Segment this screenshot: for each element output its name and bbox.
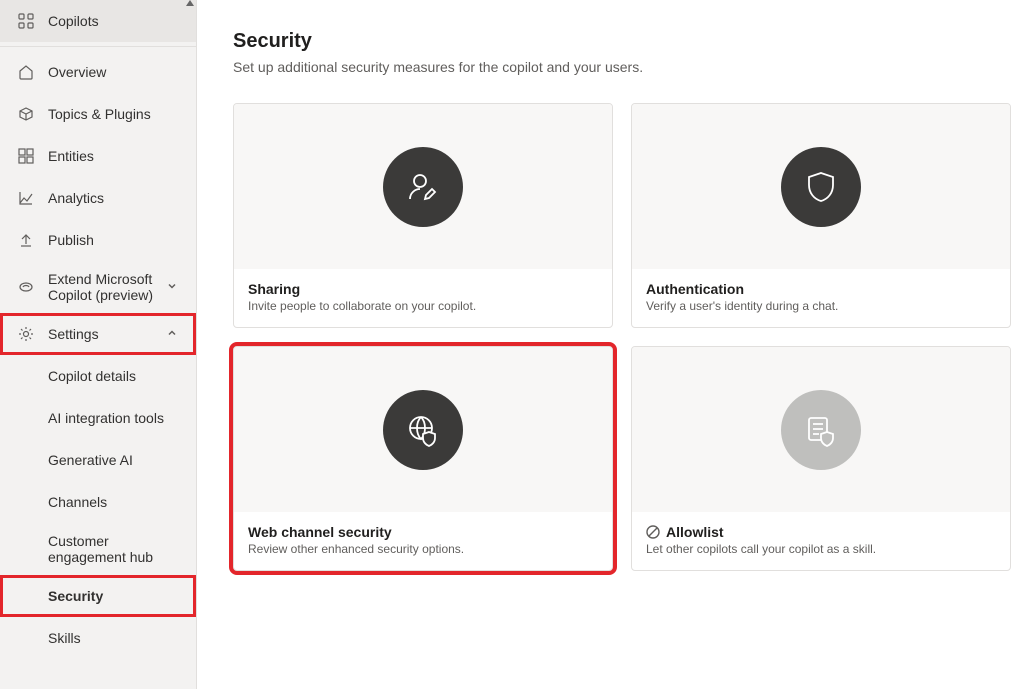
card-allowlist-visual bbox=[632, 347, 1010, 512]
nav-ai-integration-label: AI integration tools bbox=[48, 410, 180, 426]
card-allowlist-title-text: Allowlist bbox=[666, 524, 724, 540]
nav-copilot-details[interactable]: Copilot details bbox=[0, 355, 196, 397]
list-shield-icon bbox=[781, 390, 861, 470]
chevron-down-icon bbox=[166, 280, 180, 294]
nav-extend[interactable]: Extend Microsoft Copilot (preview) bbox=[0, 261, 196, 313]
nav-skills[interactable]: Skills bbox=[0, 617, 196, 659]
nav-security-label: Security bbox=[48, 588, 180, 604]
nav-topics-label: Topics & Plugins bbox=[48, 106, 180, 122]
card-allowlist[interactable]: Allowlist Let other copilots call your c… bbox=[631, 346, 1011, 571]
sidebar: Copilots Overview Topics & Plugins Entit… bbox=[0, 0, 197, 689]
nav-entities[interactable]: Entities bbox=[0, 135, 196, 177]
card-allowlist-desc: Let other copilots call your copilot as … bbox=[646, 542, 996, 556]
nav-copilot-details-label: Copilot details bbox=[48, 368, 180, 384]
card-allowlist-title: Allowlist bbox=[646, 524, 996, 540]
nav-generative-ai-label: Generative AI bbox=[48, 452, 180, 468]
card-sharing-visual bbox=[234, 104, 612, 269]
scroll-up-indicator bbox=[186, 0, 194, 6]
nav-customer-hub-label: Customer engagement hub bbox=[48, 533, 180, 565]
nav-settings[interactable]: Settings bbox=[0, 313, 196, 355]
card-web-visual bbox=[234, 347, 612, 512]
home-icon bbox=[16, 62, 36, 82]
copilot-icon bbox=[16, 277, 36, 297]
nav-overview-label: Overview bbox=[48, 64, 180, 80]
card-web-title: Web channel security bbox=[248, 524, 598, 540]
chevron-up-icon bbox=[166, 327, 180, 341]
card-sharing-desc: Invite people to collaborate on your cop… bbox=[248, 299, 598, 313]
nav-topics[interactable]: Topics & Plugins bbox=[0, 93, 196, 135]
divider bbox=[0, 46, 196, 47]
nav-ai-integration[interactable]: AI integration tools bbox=[0, 397, 196, 439]
main-content: Security Set up additional security meas… bbox=[197, 0, 1032, 689]
entities-icon bbox=[16, 146, 36, 166]
nav-copilots[interactable]: Copilots bbox=[0, 0, 196, 42]
card-web-channel[interactable]: Web channel security Review other enhanc… bbox=[233, 346, 613, 571]
shield-icon bbox=[781, 147, 861, 227]
prohibited-icon bbox=[646, 525, 660, 539]
nav-generative-ai[interactable]: Generative AI bbox=[0, 439, 196, 481]
upload-icon bbox=[16, 230, 36, 250]
card-sharing[interactable]: Sharing Invite people to collaborate on … bbox=[233, 103, 613, 328]
nav-skills-label: Skills bbox=[48, 630, 180, 646]
nav-channels[interactable]: Channels bbox=[0, 481, 196, 523]
nav-settings-label: Settings bbox=[48, 326, 166, 342]
chart-icon bbox=[16, 188, 36, 208]
nav-entities-label: Entities bbox=[48, 148, 180, 164]
page-title: Security bbox=[233, 30, 996, 53]
nav-extend-label: Extend Microsoft Copilot (preview) bbox=[48, 271, 166, 303]
card-auth-desc: Verify a user's identity during a chat. bbox=[646, 299, 996, 313]
nav-overview[interactable]: Overview bbox=[0, 51, 196, 93]
card-authentication[interactable]: Authentication Verify a user's identity … bbox=[631, 103, 1011, 328]
box-icon bbox=[16, 104, 36, 124]
nav-copilots-label: Copilots bbox=[48, 13, 180, 29]
nav-channels-label: Channels bbox=[48, 494, 180, 510]
nav-analytics[interactable]: Analytics bbox=[0, 177, 196, 219]
nav-security[interactable]: Security bbox=[0, 575, 196, 617]
card-web-desc: Review other enhanced security options. bbox=[248, 542, 598, 556]
nav-analytics-label: Analytics bbox=[48, 190, 180, 206]
grid-icon bbox=[16, 11, 36, 31]
card-auth-title: Authentication bbox=[646, 281, 996, 297]
card-auth-visual bbox=[632, 104, 1010, 269]
nav-publish[interactable]: Publish bbox=[0, 219, 196, 261]
nav-publish-label: Publish bbox=[48, 232, 180, 248]
page-subtitle: Set up additional security measures for … bbox=[233, 59, 996, 75]
card-sharing-title: Sharing bbox=[248, 281, 598, 297]
card-grid: Sharing Invite people to collaborate on … bbox=[233, 103, 996, 571]
nav-customer-hub[interactable]: Customer engagement hub bbox=[0, 523, 196, 575]
person-edit-icon bbox=[383, 147, 463, 227]
gear-icon bbox=[16, 324, 36, 344]
globe-shield-icon bbox=[383, 390, 463, 470]
